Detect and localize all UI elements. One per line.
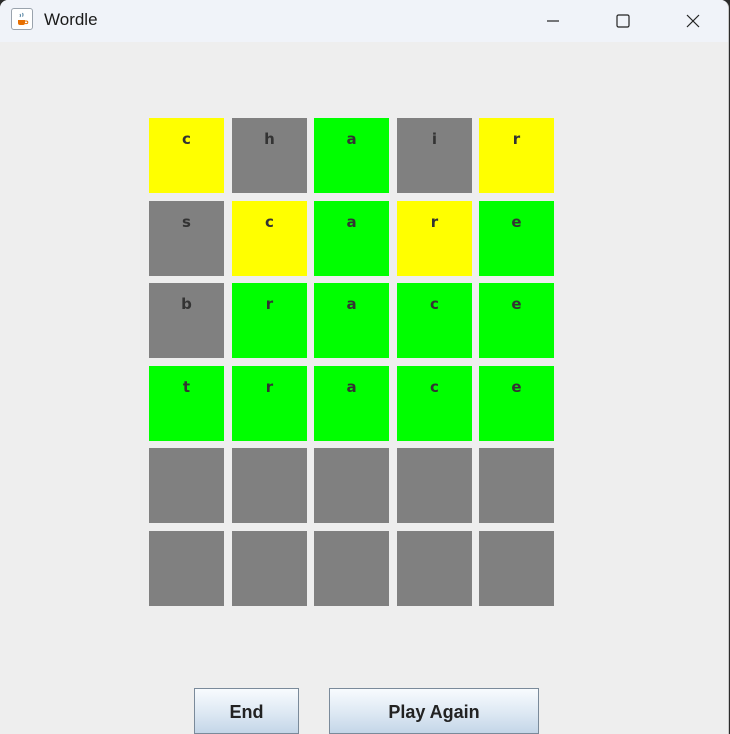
letter-tile: h [232, 118, 307, 193]
letter-tile: a [314, 366, 389, 441]
title-bar[interactable]: Wordle [0, 0, 728, 42]
letter-tile: c [397, 283, 472, 358]
letter-tile: e [479, 201, 554, 276]
minimize-button[interactable] [518, 0, 588, 42]
letter-tile: a [314, 118, 389, 193]
close-icon [686, 14, 700, 28]
letter-tile: c [397, 366, 472, 441]
window-title: Wordle [44, 10, 98, 29]
letter-tile: s [149, 201, 224, 276]
letter-tile: e [479, 283, 554, 358]
letter-tile: a [314, 201, 389, 276]
java-cup-icon[interactable] [11, 8, 33, 30]
letter-tile [397, 531, 472, 606]
letter-tile [397, 448, 472, 523]
letter-tile [232, 448, 307, 523]
letter-tile: c [232, 201, 307, 276]
minimize-icon [547, 20, 559, 22]
letter-tile: a [314, 283, 389, 358]
letter-tile: i [397, 118, 472, 193]
letter-tile [149, 531, 224, 606]
letter-tile [149, 448, 224, 523]
end-button[interactable]: End [194, 688, 299, 734]
letter-tile [479, 531, 554, 606]
play-again-button[interactable]: Play Again [329, 688, 539, 734]
letter-tile [314, 448, 389, 523]
letter-tile: b [149, 283, 224, 358]
letter-tile: e [479, 366, 554, 441]
letter-tile: t [149, 366, 224, 441]
letter-tile [232, 531, 307, 606]
letter-tile: c [149, 118, 224, 193]
letter-tile [479, 448, 554, 523]
letter-tile: r [232, 366, 307, 441]
letter-tile: r [397, 201, 472, 276]
close-button[interactable] [658, 0, 728, 42]
app-window: Wordle chairscarebracetrace End Play Aga… [0, 0, 729, 734]
maximize-button[interactable] [588, 0, 658, 42]
letter-tile: r [479, 118, 554, 193]
maximize-icon [616, 14, 630, 28]
letter-tile [314, 531, 389, 606]
letter-tile: r [232, 283, 307, 358]
